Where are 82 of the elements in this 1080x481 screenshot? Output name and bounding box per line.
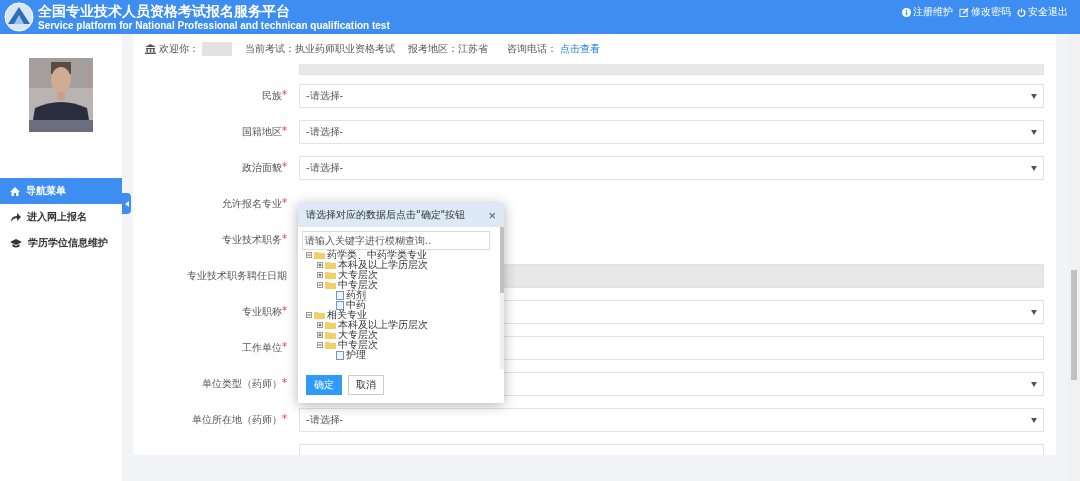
folder-icon (325, 261, 336, 269)
required-asterisk: * (282, 305, 287, 316)
expand-icon[interactable] (317, 272, 323, 278)
expand-icon[interactable] (317, 322, 323, 328)
field-label: 民族 (262, 89, 282, 103)
expand-icon[interactable] (317, 332, 323, 338)
field-label: 国籍地区 (242, 125, 282, 139)
info-icon (902, 7, 911, 17)
phone-label: 咨询电话： (507, 42, 557, 56)
collapse-icon[interactable] (317, 282, 323, 288)
tree-item[interactable]: 护理 (346, 350, 366, 360)
field-label: 允许报名专业 (222, 197, 282, 211)
required-asterisk: * (282, 233, 287, 244)
folder-icon (325, 281, 336, 289)
tree-item[interactable]: 中专层次 (338, 340, 378, 350)
select-field[interactable]: -请选择- (299, 156, 1044, 180)
site-subtitle: Service platform for National Professional and technican qualification test (38, 19, 390, 32)
tree-item[interactable]: 相关专业 (327, 310, 367, 320)
edit-icon (959, 7, 969, 17)
field-label: 专业技术职务聘任日期 (187, 269, 287, 283)
collapse-icon[interactable] (306, 312, 312, 318)
power-icon (1017, 7, 1026, 17)
tree-item[interactable]: 本科及以上学历层次 (338, 320, 428, 330)
required-asterisk: * (282, 341, 287, 352)
expand-icon[interactable] (317, 262, 323, 268)
required-asterisk: * (282, 197, 287, 208)
logo-icon (4, 2, 34, 32)
redacted-name (202, 42, 232, 56)
caret-icon (1031, 93, 1037, 99)
bank-icon (145, 44, 156, 54)
field-label: 专业职称 (242, 305, 282, 319)
cancel-button[interactable]: 取消 (348, 375, 384, 395)
field-label: 单位类型（药师） (202, 377, 282, 391)
nav-item[interactable]: 学历学位信息维护 (0, 230, 122, 256)
select-field[interactable]: -请选择- (299, 84, 1044, 108)
scrollbar-thumb[interactable] (1071, 270, 1077, 380)
required-asterisk: * (282, 161, 287, 172)
graduation-cap-icon (10, 238, 22, 248)
dialog-title: 请选择对应的数据后点击"确定"按钮 (306, 208, 466, 222)
tree-item[interactable]: 本科及以上学历层次 (338, 260, 428, 270)
scrollbar-thumb[interactable] (500, 227, 504, 293)
field-label: 单位所在地（药师） (192, 413, 282, 427)
tree-item[interactable]: 药学类、中药学类专业 (327, 250, 427, 260)
folder-icon (314, 311, 325, 319)
tree-item[interactable]: 中专层次 (338, 280, 378, 290)
tree-item[interactable]: 大专层次 (338, 270, 378, 280)
collapse-icon[interactable] (306, 252, 312, 258)
tree-item[interactable]: 药剂 (346, 290, 366, 300)
field-label: 专业技术职务 (222, 233, 282, 247)
select-field[interactable]: -请选择- (299, 408, 1044, 432)
required-asterisk: * (282, 377, 287, 388)
field-label: 工作单位 (242, 341, 282, 355)
exam-region: 报考地区：江苏省 (408, 42, 488, 56)
caret-icon (1031, 417, 1037, 423)
required-asterisk: * (282, 125, 287, 136)
nav-item[interactable]: 进入网上报名 (0, 204, 122, 230)
select-field[interactable]: -请选择- (299, 120, 1044, 144)
current-exam: 当前考试：执业药师职业资格考试 (245, 42, 395, 56)
folder-icon (325, 271, 336, 279)
collapse-icon[interactable] (317, 342, 323, 348)
share-arrow-icon (10, 212, 21, 222)
collapse-arrow-icon (124, 200, 129, 207)
caret-icon (1031, 309, 1037, 315)
folder-icon (325, 331, 336, 339)
caret-icon (1031, 165, 1037, 171)
home-icon (10, 186, 20, 196)
tree-item[interactable]: 大专层次 (338, 330, 378, 340)
tree-item[interactable]: 中药 (346, 300, 366, 310)
caret-icon (1031, 129, 1037, 135)
view-link[interactable]: 点击查看 (560, 42, 600, 56)
required-asterisk: * (282, 413, 287, 424)
search-field[interactable]: 请输入关键字进行模糊查询.. (302, 231, 490, 250)
close-button[interactable]: × (488, 207, 496, 223)
file-icon (336, 350, 344, 360)
caret-icon (1031, 381, 1037, 387)
required-asterisk: * (282, 89, 287, 100)
site-title: 全国专业技术人员资格考试报名服务平台 (38, 2, 291, 20)
welcome-label: 欢迎你： (159, 42, 199, 56)
field-label: 政治面貌 (242, 161, 282, 175)
folder-icon (325, 341, 336, 349)
folder-icon (325, 321, 336, 329)
collapse-handle[interactable] (122, 193, 131, 214)
